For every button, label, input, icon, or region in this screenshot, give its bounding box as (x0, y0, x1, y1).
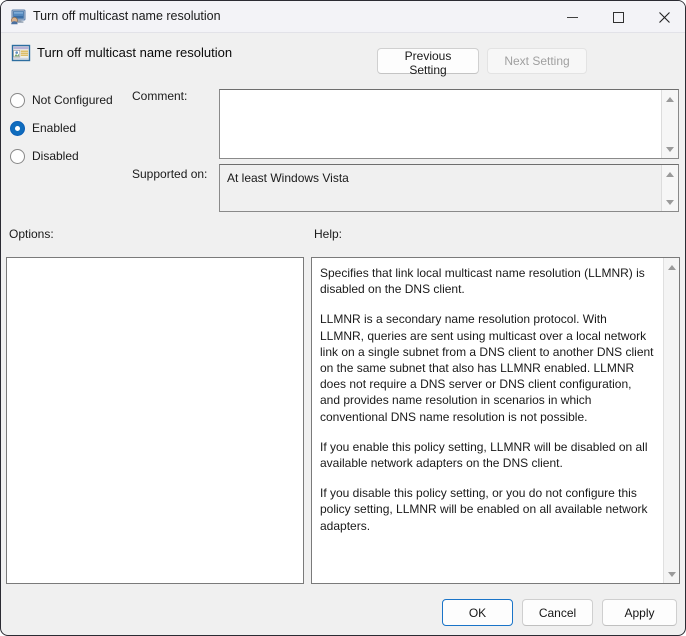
apply-button[interactable]: Apply (602, 599, 677, 626)
help-paragraph: LLMNR is a secondary name resolution pro… (320, 312, 654, 424)
supported-on-scrollbar[interactable] (661, 165, 678, 211)
minimize-icon[interactable] (549, 1, 595, 33)
scroll-up-arrow-icon[interactable] (662, 91, 678, 107)
radio-enabled[interactable]: Enabled (10, 119, 76, 137)
cancel-button[interactable]: Cancel (522, 599, 593, 626)
title-bar: Turn off multicast name resolution (1, 1, 685, 33)
next-setting-button: Next Setting (487, 48, 587, 74)
help-label: Help: (314, 227, 343, 241)
policy-setting-icon (11, 43, 31, 63)
radio-label-disabled: Disabled (32, 149, 79, 163)
help-paragraph: If you enable this policy setting, LLMNR… (320, 439, 648, 471)
ok-button[interactable]: OK (442, 599, 513, 626)
help-text-content: Specifies that link local multicast name… (312, 258, 664, 583)
radio-mark-enabled (10, 120, 25, 136)
close-icon[interactable] (641, 1, 685, 33)
radio-label-enabled: Enabled (32, 121, 77, 135)
help-paragraph: If you disable this policy setting, or y… (320, 486, 648, 533)
supported-on-label: Supported on: (132, 167, 208, 181)
help-paragraph: Specifies that link local multicast name… (320, 266, 645, 297)
radio-not-configured[interactable]: Not Configured (10, 91, 113, 109)
scroll-up-arrow-icon[interactable] (662, 166, 678, 182)
scroll-up-arrow-icon[interactable] (664, 260, 679, 274)
comment-label: Comment: (132, 89, 188, 103)
supported-on-field: At least Windows Vista (219, 164, 679, 212)
group-policy-setting-dialog: Turn off multicast name resolution Turn … (0, 0, 686, 636)
scroll-down-arrow-icon[interactable] (662, 141, 678, 157)
policy-name-heading: Turn off multicast name resolution (37, 45, 233, 60)
maximize-icon[interactable] (595, 1, 641, 33)
monitor-policy-icon (9, 8, 27, 26)
window-title: Turn off multicast name resolution (33, 9, 221, 23)
radio-label-not-configured: Not Configured (32, 93, 113, 107)
comment-input[interactable] (219, 89, 679, 159)
caption-button-group (549, 1, 685, 33)
radio-mark-disabled (10, 148, 25, 164)
radio-mark-not-configured (10, 92, 25, 108)
supported-on-value: At least Windows Vista (227, 171, 349, 185)
help-scrollbar[interactable] (663, 258, 679, 583)
scroll-down-arrow-icon[interactable] (664, 567, 679, 581)
radio-disabled[interactable]: Disabled (10, 147, 79, 165)
previous-setting-button[interactable]: Previous Setting (377, 48, 479, 77)
options-label: Options: (9, 227, 54, 241)
options-panel[interactable] (6, 257, 304, 584)
scroll-down-arrow-icon[interactable] (662, 194, 678, 210)
comment-scrollbar[interactable] (661, 90, 678, 158)
help-panel: Specifies that link local multicast name… (311, 257, 680, 584)
